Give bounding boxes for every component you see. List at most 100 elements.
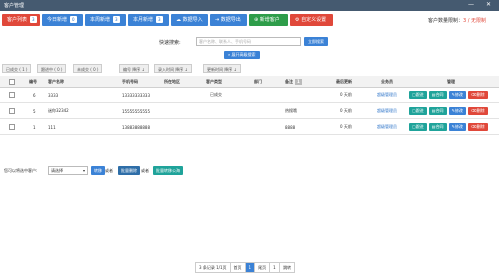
follow-button[interactable]: ▢跟进 — [409, 107, 427, 115]
table-row: 5 迷你32342 15555555555 热搜哦 0 天前 超级管理员 ▢跟进… — [0, 104, 499, 119]
quota-value: 3 / 无限制 — [463, 18, 487, 24]
edit-button[interactable]: ✎修改 — [448, 123, 466, 131]
bulk-public-button[interactable]: 批量转移公海 — [153, 166, 183, 175]
row-actions: ▢跟进 ▤合同 ✎修改 ⌫删除 — [409, 104, 490, 118]
contract-label: 合同 — [435, 92, 444, 97]
window-title: 客户管理 — [4, 3, 25, 9]
row-name[interactable]: 111 — [48, 120, 56, 134]
month-new-button[interactable]: 本月新增 3 — [128, 14, 169, 26]
row-agent[interactable]: 超级管理员 — [377, 120, 397, 134]
follow-label: 跟进 — [415, 108, 424, 113]
pager-first[interactable]: 首页 — [231, 263, 246, 272]
row-agent[interactable]: 超级管理员 — [377, 104, 397, 118]
follow-button[interactable]: ▢跟进 — [409, 91, 427, 99]
delete-button[interactable]: ⌫删除 — [467, 91, 488, 99]
row-actions: ▢跟进 ▤合同 ✎修改 ⌫删除 — [409, 120, 490, 134]
delete-button[interactable]: ⌫删除 — [467, 107, 488, 115]
row-agent[interactable]: 超级管理员 — [377, 88, 397, 102]
pager-current[interactable]: 1 — [245, 263, 256, 272]
pager-total: 3 条记录 1/1页 — [196, 263, 231, 272]
col-id[interactable]: 编号 — [29, 76, 37, 87]
customer-list-label: 客户列表 — [7, 17, 28, 23]
pager-jump[interactable]: 跳转 — [280, 263, 294, 272]
row-updated: 0 天前 — [340, 124, 352, 129]
row-remark: 8888 — [285, 124, 296, 130]
bulk-actions: 您可以将选中客户: 请选择 ▾ 转移 或者 批量删除 或者 批量转移公海 — [0, 166, 499, 176]
delete-label: 删除 — [476, 92, 485, 97]
contract-button[interactable]: ▤合同 — [428, 123, 447, 131]
advanced-search-button[interactable]: ⌕ 展开高级搜索 — [224, 51, 260, 59]
close-icon[interactable]: ✕ — [486, 1, 491, 8]
sort-updated[interactable]: 更新时间 降序 ↓ — [203, 64, 241, 73]
filter-bar: 已成交 ( 1 ) 跟进中 ( 0 ) 未成交 ( 0 ) 编号 降序 ↓ 录入… — [0, 64, 499, 74]
agent-select-value: 请选择 — [51, 168, 63, 173]
contract-button[interactable]: ▤合同 — [428, 91, 447, 99]
delete-label: 删除 — [476, 108, 485, 113]
follow-button[interactable]: ▢跟进 — [409, 123, 427, 131]
sort-id[interactable]: 编号 降序 ↓ — [119, 64, 149, 73]
col-type[interactable]: 客户类型 — [206, 76, 222, 87]
row-updated: 0 天前 — [340, 92, 352, 97]
edit-button[interactable]: ✎修改 — [448, 107, 466, 115]
edit-label: 修改 — [454, 108, 463, 113]
page-jump-input[interactable]: 1 — [270, 263, 281, 272]
row-name[interactable]: 3333 — [48, 88, 58, 102]
col-phone[interactable]: 手机号码 — [122, 76, 138, 87]
col-name[interactable]: 客户名称 — [48, 76, 64, 87]
row-name[interactable]: 迷你32342 — [48, 104, 69, 118]
customer-list-count: 3 — [30, 16, 37, 23]
or-text-2: 或者 — [141, 168, 149, 173]
row-checkbox[interactable] — [9, 120, 15, 134]
row-checkbox[interactable] — [9, 104, 15, 118]
window-titlebar: 客户管理 — ✕ — [0, 0, 499, 11]
filter-not-closed[interactable]: 未成交 ( 0 ) — [73, 64, 103, 73]
filter-following[interactable]: 跟进中 ( 0 ) — [37, 64, 67, 73]
col-dept[interactable]: 部门 — [254, 76, 262, 87]
bulk-delete-button[interactable]: 批量删除 — [118, 166, 140, 175]
toolbar: 客户列表 3 今日新增 0 本周新增 3 本月新增 3 ☁ 数据导入 ⇥ 数据导出 ⊕ … — [0, 14, 499, 28]
today-new-label: 今日新增 — [47, 17, 68, 23]
select-all-checkbox[interactable] — [9, 76, 15, 87]
row-updated: 0 天前 — [340, 108, 352, 113]
quick-search-label: 快速搜索: — [159, 40, 181, 46]
today-new-button[interactable]: 今日新增 0 — [42, 14, 83, 26]
row-id: 6 — [33, 92, 36, 98]
row-phone: 13333333333 — [122, 92, 150, 98]
add-customer-label: 新增客户 — [259, 17, 280, 23]
or-text-1: 或者 — [105, 168, 113, 173]
row-checkbox[interactable] — [9, 88, 15, 102]
col-agent[interactable]: 业务员 — [381, 76, 393, 87]
edit-button[interactable]: ✎修改 — [448, 91, 466, 99]
add-customer-button[interactable]: ⊕ 新增客户 — [249, 14, 288, 26]
data-import-label: 数据导入 — [182, 17, 203, 23]
search-button[interactable]: 立即搜索 — [304, 37, 328, 46]
edit-label: 修改 — [454, 124, 463, 129]
row-actions: ▢跟进 ▤合同 ✎修改 ⌫删除 — [409, 88, 490, 102]
sort-created[interactable]: 录入时间 降序 ↓ — [154, 64, 192, 73]
data-import-button[interactable]: ☁ 数据导入 — [171, 14, 208, 26]
week-new-button[interactable]: 本周新增 3 — [85, 14, 126, 26]
col-remark[interactable]: 备注 1 — [285, 76, 302, 87]
custom-settings-button[interactable]: ⚙ 自定义设置 — [290, 14, 333, 26]
delete-label: 删除 — [476, 124, 485, 129]
agent-select[interactable]: 请选择 ▾ — [48, 166, 88, 175]
today-new-count: 0 — [70, 16, 77, 23]
data-export-button[interactable]: ⇥ 数据导出 — [210, 14, 247, 26]
table-row: 6 3333 13333333333 已成交 0 天前 超级管理员 ▢跟进 ▤合… — [0, 88, 499, 103]
col-area[interactable]: 所在地区 — [164, 76, 180, 87]
contract-button[interactable]: ▤合同 — [428, 107, 447, 115]
delete-button[interactable]: ⌫删除 — [467, 123, 488, 131]
quick-search: 快速搜索: 客户名称、联系人、手机号码 立即搜索 — [0, 37, 499, 49]
col-updated[interactable]: 最后更新 — [336, 76, 352, 87]
custom-settings-label: 自定义设置 — [301, 17, 327, 23]
follow-label: 跟进 — [415, 92, 424, 97]
filter-closed[interactable]: 已成交 ( 1 ) — [2, 64, 32, 73]
transfer-button[interactable]: 转移 — [91, 166, 105, 175]
search-input[interactable]: 客户名称、联系人、手机号码 — [196, 37, 301, 46]
month-new-label: 本月新增 — [133, 17, 154, 23]
minimize-icon[interactable]: — — [468, 1, 474, 8]
customer-list-button[interactable]: 客户列表 3 — [2, 14, 40, 26]
customer-quota: 客户数量限制：3 / 无限制 — [428, 17, 486, 24]
week-new-label: 本周新增 — [90, 17, 111, 23]
pager-last[interactable]: 尾页 — [255, 263, 271, 272]
